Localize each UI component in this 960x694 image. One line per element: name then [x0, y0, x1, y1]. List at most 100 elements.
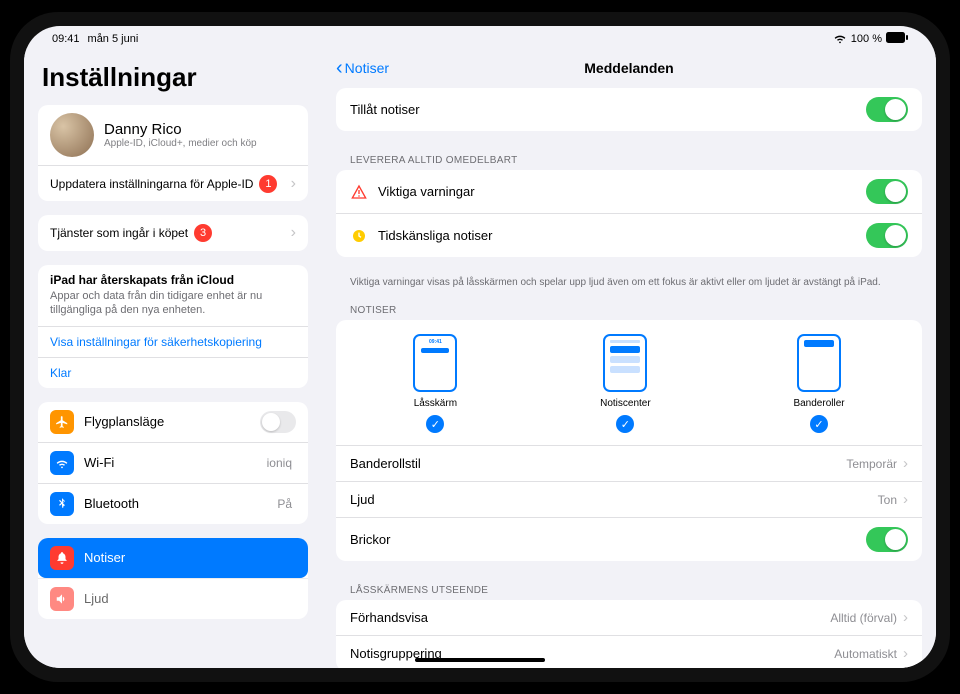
appearance-header: LÅSSKÄRMENS UTSEENDE: [336, 575, 922, 600]
timesensitive-toggle[interactable]: [866, 223, 908, 248]
deliver-footer: Viktiga varningar visas på låsskärmen oc…: [336, 271, 922, 295]
battery-text: 100 %: [851, 33, 882, 45]
banners-option[interactable]: Banderoller ✓: [793, 334, 844, 433]
chevron-right-icon: ›: [903, 609, 908, 626]
sound-label: Ljud: [350, 492, 375, 507]
navbar: ‹ Notiser Meddelanden: [322, 48, 936, 88]
notif-label: Notiser: [84, 550, 125, 565]
main-panel: ‹ Notiser Meddelanden Tillåt notiser LEV…: [322, 48, 936, 668]
sound-row[interactable]: Ljud: [38, 578, 308, 619]
backup-settings-link[interactable]: Visa inställningar för säkerhetskopierin…: [38, 326, 308, 357]
timesensitive-row[interactable]: Tidskänsliga notiser: [336, 213, 922, 257]
update-appleid-row[interactable]: Uppdatera inställningarna för Apple-ID 1…: [38, 165, 308, 201]
airplane-toggle[interactable]: [260, 411, 296, 433]
chevron-right-icon: ›: [903, 645, 908, 662]
airplane-row[interactable]: Flygplansläge: [38, 402, 308, 442]
checkmark-icon: ✓: [810, 415, 828, 433]
wifi-label: Wi-Fi: [84, 455, 114, 470]
status-date: mån 5 juni: [88, 33, 139, 45]
account-name: Danny Rico: [104, 121, 257, 138]
services-badge: 3: [194, 224, 212, 242]
back-button[interactable]: ‹ Notiser: [336, 57, 389, 80]
chevron-right-icon: ›: [903, 455, 908, 472]
warning-triangle-icon: [350, 183, 368, 201]
chevron-left-icon: ‹: [336, 57, 343, 80]
bannerstyle-row[interactable]: Banderollstil Temporär ›: [336, 445, 922, 481]
clock-icon: [350, 227, 368, 245]
restore-card: iPad har återskapats från iCloud Appar o…: [38, 265, 308, 388]
restore-text: Appar och data från din tidigare enhet ä…: [38, 289, 308, 326]
lockscreen-option[interactable]: 09:41 Låsskärm ✓: [413, 334, 457, 433]
airplane-icon: [50, 410, 74, 434]
avatar: [50, 113, 94, 157]
nc-label: Notiscenter: [600, 398, 651, 409]
notis-header: NOTISER: [336, 295, 922, 320]
done-link[interactable]: Klar: [38, 357, 308, 388]
tablet-frame: 09:41 mån 5 juni 100 % Inställningar Dan…: [10, 12, 950, 682]
badges-label: Brickor: [350, 532, 390, 547]
battery-icon: [886, 32, 908, 46]
bannerstyle-value: Temporär: [846, 457, 897, 471]
checkmark-icon: ✓: [426, 415, 444, 433]
account-card: Danny Rico Apple-ID, iCloud+, medier och…: [38, 105, 308, 201]
allow-notifications-row[interactable]: Tillåt notiser: [336, 88, 922, 131]
notifications-card: Notiser Ljud: [38, 538, 308, 619]
status-time: 09:41: [52, 33, 80, 45]
notificationcenter-option[interactable]: Notiscenter ✓: [600, 334, 651, 433]
notifications-row[interactable]: Notiser: [38, 538, 308, 578]
banner-preview: [797, 334, 841, 392]
preview-value: Alltid (förval): [830, 611, 897, 625]
services-label: Tjänster som ingår i köpet: [50, 226, 188, 240]
critical-alerts-row[interactable]: Viktiga varningar: [336, 170, 922, 213]
chevron-right-icon: ›: [291, 175, 296, 193]
alert-style-selector: 09:41 Låsskärm ✓ Notiscenter ✓: [336, 320, 922, 445]
critical-toggle[interactable]: [866, 179, 908, 204]
allow-label: Tillåt notiser: [350, 102, 420, 117]
back-label: Notiser: [345, 60, 389, 76]
airplane-label: Flygplansläge: [84, 414, 164, 429]
home-indicator[interactable]: [415, 658, 545, 662]
sound-row[interactable]: Ljud Ton ›: [336, 481, 922, 517]
update-badge: 1: [259, 175, 277, 193]
status-bar: 09:41 mån 5 juni 100 %: [24, 26, 936, 48]
lockscreen-preview: 09:41: [413, 334, 457, 392]
preview-label: Förhandsvisa: [350, 610, 428, 625]
sidebar-title: Inställningar: [42, 62, 308, 93]
services-row[interactable]: Tjänster som ingår i köpet 3 ›: [38, 215, 308, 251]
bluetooth-row[interactable]: Bluetooth På: [38, 483, 308, 524]
sound-label: Ljud: [84, 591, 109, 606]
wifi-value: ioniq: [267, 456, 292, 470]
sound-value: Ton: [878, 493, 897, 507]
restore-title: iPad har återskapats från iCloud: [38, 265, 308, 289]
critical-label: Viktiga varningar: [378, 184, 475, 199]
allow-toggle[interactable]: [866, 97, 908, 122]
bell-icon: [50, 546, 74, 570]
timesensitive-label: Tidskänsliga notiser: [378, 228, 492, 243]
page-title: Meddelanden: [584, 60, 673, 76]
banner-label: Banderoller: [793, 398, 844, 409]
account-sub: Apple-ID, iCloud+, medier och köp: [104, 138, 257, 149]
badges-toggle[interactable]: [866, 527, 908, 552]
speaker-icon: [50, 587, 74, 611]
bluetooth-icon: [50, 492, 74, 516]
chevron-right-icon: ›: [903, 491, 908, 508]
connectivity-card: Flygplansläge Wi-Fi ioniq Bluetooth På: [38, 402, 308, 524]
account-row[interactable]: Danny Rico Apple-ID, iCloud+, medier och…: [38, 105, 308, 165]
wifi-icon: [833, 31, 847, 48]
bannerstyle-label: Banderollstil: [350, 456, 421, 471]
preview-row[interactable]: Förhandsvisa Alltid (förval) ›: [336, 600, 922, 635]
wifi-row[interactable]: Wi-Fi ioniq: [38, 442, 308, 483]
badges-row[interactable]: Brickor: [336, 517, 922, 561]
chevron-right-icon: ›: [291, 224, 296, 242]
grouping-row[interactable]: Notisgruppering Automatiskt ›: [336, 635, 922, 668]
sidebar: Inställningar Danny Rico Apple-ID, iClou…: [24, 48, 322, 668]
nc-preview: [603, 334, 647, 392]
screen: 09:41 mån 5 juni 100 % Inställningar Dan…: [24, 26, 936, 668]
checkmark-icon: ✓: [616, 415, 634, 433]
lockscreen-label: Låsskärm: [414, 398, 457, 409]
deliver-header: LEVERERA ALLTID OMEDELBART: [336, 145, 922, 170]
update-label: Uppdatera inställningarna för Apple-ID: [50, 177, 253, 191]
bt-value: På: [277, 497, 292, 511]
bt-label: Bluetooth: [84, 496, 139, 511]
grouping-value: Automatiskt: [834, 647, 897, 661]
